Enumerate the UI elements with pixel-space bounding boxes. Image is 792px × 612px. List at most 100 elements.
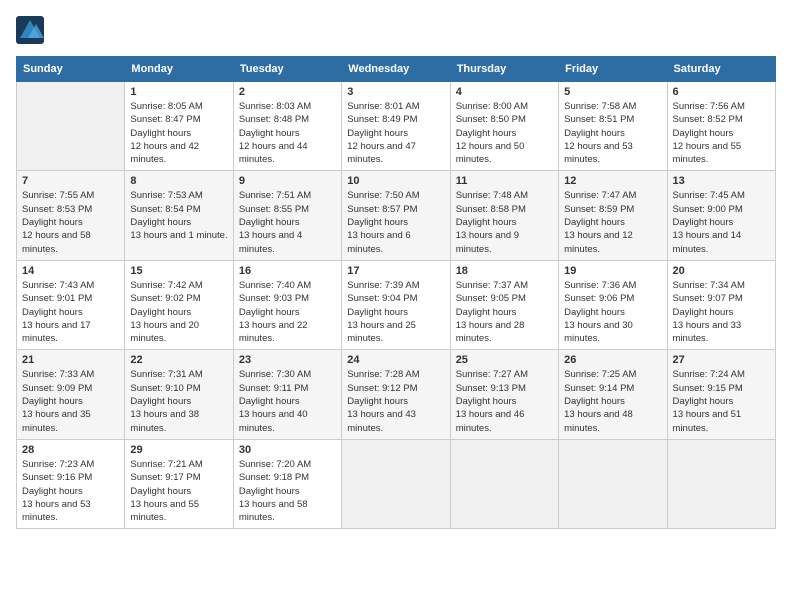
- day-info: Sunrise: 7:21 AMSunset: 9:17 PMDaylight …: [130, 458, 227, 524]
- day-cell: 15 Sunrise: 7:42 AMSunset: 9:02 PMDayligh…: [125, 260, 233, 349]
- day-number: 2: [239, 86, 336, 98]
- day-cell: 30 Sunrise: 7:20 AMSunset: 9:18 PMDayligh…: [233, 439, 341, 528]
- day-number: 18: [456, 265, 553, 277]
- day-cell: 21 Sunrise: 7:33 AMSunset: 9:09 PMDayligh…: [17, 350, 125, 439]
- weekday-saturday: Saturday: [667, 57, 775, 82]
- day-number: 21: [22, 354, 119, 366]
- day-number: 11: [456, 175, 553, 187]
- day-cell: 12Sunrise: 7:47 AMSunset: 8:59 PMDayligh…: [559, 171, 667, 260]
- weekday-sunday: Sunday: [17, 57, 125, 82]
- day-info: Sunrise: 8:03 AMSunset: 8:48 PMDaylight …: [239, 100, 336, 166]
- day-number: 5: [564, 86, 661, 98]
- day-info: Sunrise: 7:37 AMSunset: 9:05 PMDaylight …: [456, 279, 553, 345]
- day-info: Sunrise: 7:31 AMSunset: 9:10 PMDaylight …: [130, 368, 227, 434]
- day-cell: 14 Sunrise: 7:43 AMSunset: 9:01 PMDayligh…: [17, 260, 125, 349]
- day-cell: 5 Sunrise: 7:58 AMSunset: 8:51 PMDaylight…: [559, 82, 667, 171]
- day-cell: 20 Sunrise: 7:34 AMSunset: 9:07 PMDayligh…: [667, 260, 775, 349]
- calendar-body: 1 Sunrise: 8:05 AMSunset: 8:47 PMDaylight…: [17, 82, 776, 529]
- day-info: Sunrise: 7:42 AMSunset: 9:02 PMDaylight …: [130, 279, 227, 345]
- day-info: Sunrise: 7:34 AMSunset: 9:07 PMDaylight …: [673, 279, 770, 345]
- day-info: Sunrise: 7:45 AMSunset: 9:00 PMDaylight …: [673, 189, 770, 255]
- day-number: 14: [22, 265, 119, 277]
- day-number: 8: [130, 175, 227, 187]
- day-info: Sunrise: 7:50 AMSunset: 8:57 PMDaylight …: [347, 189, 444, 255]
- day-info: Sunrise: 8:01 AMSunset: 8:49 PMDaylight …: [347, 100, 444, 166]
- day-cell: 22 Sunrise: 7:31 AMSunset: 9:10 PMDayligh…: [125, 350, 233, 439]
- weekday-header-row: SundayMondayTuesdayWednesdayThursdayFrid…: [17, 57, 776, 82]
- day-cell: [342, 439, 450, 528]
- logo: [16, 16, 48, 44]
- week-row-3: 14 Sunrise: 7:43 AMSunset: 9:01 PMDayligh…: [17, 260, 776, 349]
- day-info: Sunrise: 7:30 AMSunset: 9:11 PMDaylight …: [239, 368, 336, 434]
- day-number: 29: [130, 444, 227, 456]
- day-cell: 19 Sunrise: 7:36 AMSunset: 9:06 PMDayligh…: [559, 260, 667, 349]
- day-number: 7: [22, 175, 119, 187]
- day-cell: 29 Sunrise: 7:21 AMSunset: 9:17 PMDayligh…: [125, 439, 233, 528]
- day-info: Sunrise: 7:23 AMSunset: 9:16 PMDaylight …: [22, 458, 119, 524]
- day-number: 10: [347, 175, 444, 187]
- day-number: 16: [239, 265, 336, 277]
- day-info: Sunrise: 7:36 AMSunset: 9:06 PMDaylight …: [564, 279, 661, 345]
- day-cell: 9 Sunrise: 7:51 AMSunset: 8:55 PMDaylight…: [233, 171, 341, 260]
- day-number: 9: [239, 175, 336, 187]
- day-number: 26: [564, 354, 661, 366]
- day-number: 15: [130, 265, 227, 277]
- day-number: 28: [22, 444, 119, 456]
- day-info: Sunrise: 7:58 AMSunset: 8:51 PMDaylight …: [564, 100, 661, 166]
- day-cell: 11 Sunrise: 7:48 AMSunset: 8:58 PMDayligh…: [450, 171, 558, 260]
- day-info: Sunrise: 7:20 AMSunset: 9:18 PMDaylight …: [239, 458, 336, 524]
- day-info: Sunrise: 7:51 AMSunset: 8:55 PMDaylight …: [239, 189, 336, 255]
- calendar-table: SundayMondayTuesdayWednesdayThursdayFrid…: [16, 56, 776, 529]
- week-row-5: 28 Sunrise: 7:23 AMSunset: 9:16 PMDayligh…: [17, 439, 776, 528]
- weekday-wednesday: Wednesday: [342, 57, 450, 82]
- day-number: 27: [673, 354, 770, 366]
- day-number: 19: [564, 265, 661, 277]
- day-cell: 24Sunrise: 7:28 AMSunset: 9:12 PMDayligh…: [342, 350, 450, 439]
- day-info: Sunrise: 8:05 AMSunset: 8:47 PMDaylight …: [130, 100, 227, 166]
- day-cell: 17 Sunrise: 7:39 AMSunset: 9:04 PMDayligh…: [342, 260, 450, 349]
- day-cell: [559, 439, 667, 528]
- day-cell: 28 Sunrise: 7:23 AMSunset: 9:16 PMDayligh…: [17, 439, 125, 528]
- day-number: 25: [456, 354, 553, 366]
- day-info: Sunrise: 7:48 AMSunset: 8:58 PMDaylight …: [456, 189, 553, 255]
- week-row-4: 21 Sunrise: 7:33 AMSunset: 9:09 PMDayligh…: [17, 350, 776, 439]
- day-number: 30: [239, 444, 336, 456]
- day-number: 17: [347, 265, 444, 277]
- day-info: Sunrise: 7:25 AMSunset: 9:14 PMDaylight …: [564, 368, 661, 434]
- day-info: Sunrise: 7:33 AMSunset: 9:09 PMDaylight …: [22, 368, 119, 434]
- day-cell: [667, 439, 775, 528]
- week-row-2: 7Sunrise: 7:55 AMSunset: 8:53 PMDaylight…: [17, 171, 776, 260]
- day-info: Sunrise: 8:00 AMSunset: 8:50 PMDaylight …: [456, 100, 553, 166]
- day-cell: 26 Sunrise: 7:25 AMSunset: 9:14 PMDayligh…: [559, 350, 667, 439]
- day-info: Sunrise: 7:40 AMSunset: 9:03 PMDaylight …: [239, 279, 336, 345]
- day-cell: 3 Sunrise: 8:01 AMSunset: 8:49 PMDaylight…: [342, 82, 450, 171]
- day-cell: 23 Sunrise: 7:30 AMSunset: 9:11 PMDayligh…: [233, 350, 341, 439]
- day-info: Sunrise: 7:53 AMSunset: 8:54 PMDaylight …: [130, 189, 227, 242]
- day-cell: 1 Sunrise: 8:05 AMSunset: 8:47 PMDaylight…: [125, 82, 233, 171]
- weekday-thursday: Thursday: [450, 57, 558, 82]
- weekday-tuesday: Tuesday: [233, 57, 341, 82]
- weekday-monday: Monday: [125, 57, 233, 82]
- day-cell: [17, 82, 125, 171]
- day-cell: [450, 439, 558, 528]
- weekday-friday: Friday: [559, 57, 667, 82]
- week-row-1: 1 Sunrise: 8:05 AMSunset: 8:47 PMDaylight…: [17, 82, 776, 171]
- day-cell: 8 Sunrise: 7:53 AMSunset: 8:54 PMDaylight…: [125, 171, 233, 260]
- day-cell: 13Sunrise: 7:45 AMSunset: 9:00 PMDayligh…: [667, 171, 775, 260]
- day-number: 3: [347, 86, 444, 98]
- page-header: [16, 16, 776, 44]
- day-info: Sunrise: 7:43 AMSunset: 9:01 PMDaylight …: [22, 279, 119, 345]
- day-number: 23: [239, 354, 336, 366]
- day-info: Sunrise: 7:39 AMSunset: 9:04 PMDaylight …: [347, 279, 444, 345]
- day-info: Sunrise: 7:28 AMSunset: 9:12 PMDaylight …: [347, 368, 444, 434]
- day-cell: 25Sunrise: 7:27 AMSunset: 9:13 PMDayligh…: [450, 350, 558, 439]
- day-cell: 4Sunrise: 8:00 AMSunset: 8:50 PMDaylight…: [450, 82, 558, 171]
- day-cell: 2 Sunrise: 8:03 AMSunset: 8:48 PMDaylight…: [233, 82, 341, 171]
- day-cell: 10 Sunrise: 7:50 AMSunset: 8:57 PMDayligh…: [342, 171, 450, 260]
- day-cell: 16 Sunrise: 7:40 AMSunset: 9:03 PMDayligh…: [233, 260, 341, 349]
- day-cell: 7Sunrise: 7:55 AMSunset: 8:53 PMDaylight…: [17, 171, 125, 260]
- day-number: 1: [130, 86, 227, 98]
- day-number: 20: [673, 265, 770, 277]
- day-number: 22: [130, 354, 227, 366]
- day-info: Sunrise: 7:47 AMSunset: 8:59 PMDaylight …: [564, 189, 661, 255]
